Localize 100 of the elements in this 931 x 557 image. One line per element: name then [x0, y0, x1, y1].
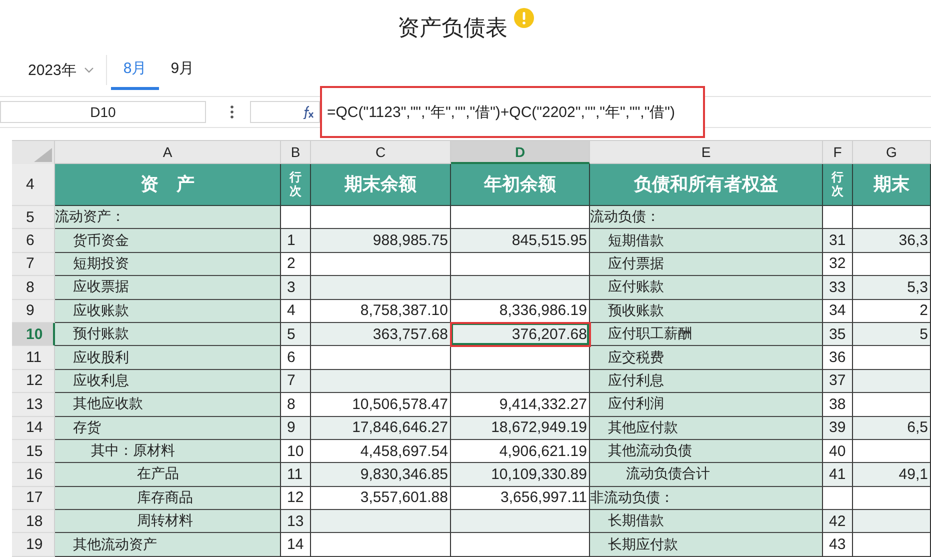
column-header[interactable]: F: [823, 141, 853, 164]
cell-reference-field[interactable]: D10: [0, 101, 206, 123]
table-cell[interactable]: 17,846,646.27: [311, 416, 451, 440]
table-cell[interactable]: [853, 252, 931, 276]
table-cell[interactable]: 其他流动负债: [590, 440, 823, 464]
month-tab[interactable]: 8月: [111, 50, 159, 90]
table-cell[interactable]: [311, 346, 451, 370]
table-cell[interactable]: 11: [281, 463, 311, 487]
table-cell[interactable]: 其他流动资产: [55, 533, 281, 557]
table-cell[interactable]: [853, 486, 931, 510]
table-cell[interactable]: 7: [281, 370, 311, 394]
table-cell[interactable]: 40: [823, 440, 853, 464]
table-cell[interactable]: [451, 276, 590, 300]
table-cell[interactable]: 预收账款: [590, 300, 823, 323]
table-cell[interactable]: 应付账款: [590, 276, 823, 300]
column-header[interactable]: G: [853, 141, 931, 164]
table-cell[interactable]: [311, 276, 451, 300]
month-tab[interactable]: 9月: [158, 50, 206, 90]
table-cell[interactable]: 10,506,578.47: [311, 393, 451, 417]
table-cell[interactable]: 43: [823, 533, 853, 557]
table-cell[interactable]: 应付票据: [590, 252, 823, 276]
column-header[interactable]: D: [451, 141, 590, 164]
table-cell[interactable]: 预付账款: [55, 322, 281, 346]
table-cell[interactable]: [311, 533, 451, 557]
table-cell[interactable]: 9,830,346.85: [311, 463, 451, 487]
table-cell[interactable]: [853, 510, 931, 534]
row-header[interactable]: 6: [12, 229, 55, 253]
row-header[interactable]: 4: [12, 164, 55, 206]
table-cell[interactable]: 应交税费: [590, 346, 823, 370]
row-header[interactable]: 17: [12, 486, 55, 510]
table-cell[interactable]: 其中：原材料: [55, 440, 281, 464]
table-cell[interactable]: 货币资金: [55, 229, 281, 253]
table-cell[interactable]: [311, 510, 451, 534]
table-cell[interactable]: 其他应付款: [590, 416, 823, 440]
table-cell[interactable]: 5,3: [853, 276, 931, 300]
table-cell[interactable]: 6: [281, 346, 311, 370]
table-cell[interactable]: 41: [823, 463, 853, 487]
table-cell[interactable]: 1: [281, 229, 311, 253]
row-header[interactable]: 8: [12, 276, 55, 300]
table-cell[interactable]: 49,1: [853, 463, 931, 487]
table-cell[interactable]: 4: [281, 300, 311, 323]
table-cell[interactable]: 34: [823, 300, 853, 323]
row-header[interactable]: 15: [12, 440, 55, 464]
table-cell[interactable]: 应收账款: [55, 300, 281, 323]
table-cell[interactable]: 4,458,697.54: [311, 440, 451, 464]
row-header[interactable]: 5: [12, 206, 55, 230]
table-cell[interactable]: 31: [823, 229, 853, 253]
column-header[interactable]: C: [311, 141, 451, 164]
table-cell[interactable]: 应收股利: [55, 346, 281, 370]
table-cell[interactable]: 短期投资: [55, 252, 281, 276]
table-cell[interactable]: 应付利息: [590, 370, 823, 394]
table-cell[interactable]: 376,207.68: [451, 322, 590, 346]
table-cell[interactable]: 9,414,332.27: [451, 393, 590, 417]
table-cell[interactable]: [853, 370, 931, 394]
column-header[interactable]: E: [590, 141, 823, 164]
table-cell[interactable]: [451, 370, 590, 394]
table-cell[interactable]: 5: [853, 322, 931, 346]
table-cell[interactable]: 流动资产：: [55, 206, 281, 230]
table-cell[interactable]: [451, 510, 590, 534]
table-cell[interactable]: 8,758,387.10: [311, 300, 451, 323]
table-cell[interactable]: 长期应付款: [590, 533, 823, 557]
table-cell[interactable]: 其他应收款: [55, 393, 281, 417]
table-cell[interactable]: [451, 206, 590, 230]
table-cell[interactable]: 8: [281, 393, 311, 417]
table-cell[interactable]: 应收票据: [55, 276, 281, 300]
table-cell[interactable]: 36: [823, 346, 853, 370]
table-cell[interactable]: 流动负债合计: [590, 463, 823, 487]
table-cell[interactable]: [823, 206, 853, 230]
column-header[interactable]: B: [281, 141, 311, 164]
table-cell[interactable]: 988,985.75: [311, 229, 451, 253]
table-cell[interactable]: 4,906,621.19: [451, 440, 590, 464]
table-cell[interactable]: 应收利息: [55, 370, 281, 394]
table-cell[interactable]: 应付职工薪酬: [590, 322, 823, 346]
table-cell[interactable]: 14: [281, 533, 311, 557]
table-cell[interactable]: [281, 206, 311, 230]
table-cell[interactable]: 42: [823, 510, 853, 534]
table-cell[interactable]: 36,3: [853, 229, 931, 253]
table-cell[interactable]: 3,656,997.11: [451, 486, 590, 510]
table-cell[interactable]: 10: [281, 440, 311, 464]
table-cell[interactable]: 2: [281, 252, 311, 276]
table-cell[interactable]: [311, 370, 451, 394]
table-cell[interactable]: 9: [281, 416, 311, 440]
table-cell[interactable]: [853, 346, 931, 370]
table-cell[interactable]: 在产品: [55, 463, 281, 487]
table-cell[interactable]: 33: [823, 276, 853, 300]
table-cell[interactable]: 3: [281, 276, 311, 300]
row-header[interactable]: 13: [12, 393, 55, 417]
row-header[interactable]: 9: [12, 300, 55, 323]
table-cell[interactable]: 18,672,949.19: [451, 416, 590, 440]
table-cell[interactable]: 13: [281, 510, 311, 534]
function-icon[interactable]: [301, 105, 315, 119]
formula-field[interactable]: =QC("1123","","年","","借")+QC("2202","","年","","借"): [320, 86, 705, 138]
row-header[interactable]: 14: [12, 416, 55, 440]
table-cell[interactable]: [451, 533, 590, 557]
table-cell[interactable]: 32: [823, 252, 853, 276]
table-cell[interactable]: [451, 252, 590, 276]
table-cell[interactable]: [853, 206, 931, 230]
table-cell[interactable]: [823, 486, 853, 510]
table-cell[interactable]: 短期借款: [590, 229, 823, 253]
table-cell[interactable]: 流动负债：: [590, 206, 823, 230]
